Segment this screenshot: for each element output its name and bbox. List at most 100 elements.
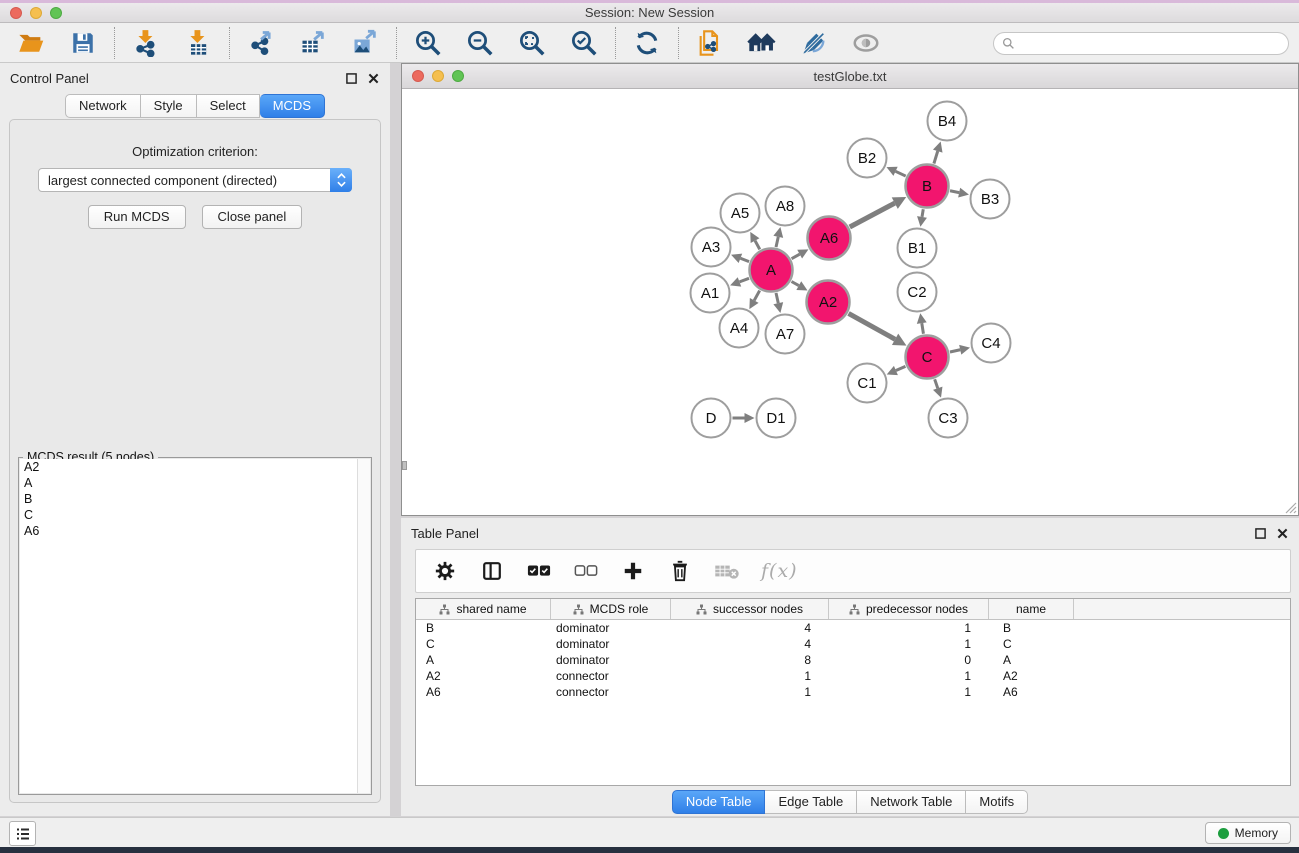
table-cell[interactable]: 1 (829, 684, 989, 700)
tab-select[interactable]: Select (197, 94, 260, 118)
delete-column-button[interactable] (667, 558, 693, 584)
float-panel-icon[interactable] (1254, 527, 1267, 540)
export-image-button[interactable] (350, 28, 380, 58)
network-canvas[interactable]: B4B2BB3A8A5A6A3B1AA1C2A2A4A7C4CC1C3DD1 (402, 89, 1298, 515)
export-table-button[interactable] (298, 28, 328, 58)
table-row[interactable]: Adominator80A (416, 652, 1290, 668)
mcds-result-item[interactable]: A (20, 475, 370, 491)
close-panel-button[interactable]: Close panel (202, 205, 303, 229)
save-session-button[interactable] (68, 28, 98, 58)
table-row[interactable]: Bdominator41B (416, 620, 1290, 636)
close-panel-icon[interactable] (1276, 527, 1289, 540)
column-header-name[interactable]: name (989, 599, 1074, 619)
graph-edge-B-B3[interactable] (950, 191, 959, 193)
tab-node-table[interactable]: Node Table (672, 790, 766, 814)
table-cell[interactable]: 1 (671, 668, 829, 684)
graph-edge-B-B4[interactable] (934, 151, 938, 163)
column-header-shared-name[interactable]: shared name (416, 599, 551, 619)
tab-style[interactable]: Style (141, 94, 197, 118)
graph-edge-A2-C[interactable] (849, 313, 896, 339)
add-column-button[interactable] (620, 558, 646, 584)
zoom-selected-button[interactable] (569, 28, 599, 58)
graph-edge-A-A7[interactable] (776, 293, 778, 303)
float-panel-icon[interactable] (345, 72, 358, 85)
graph-edge-C-C4[interactable] (950, 350, 960, 352)
graph-edge-B-B2[interactable] (896, 171, 906, 176)
graph-edge-C-C1[interactable] (896, 366, 906, 370)
table-cell[interactable]: 8 (671, 652, 829, 668)
graph-edge-A-A3[interactable] (740, 258, 749, 261)
mcds-result-item[interactable]: C (20, 507, 370, 523)
memory-button[interactable]: Memory (1205, 822, 1291, 844)
zoom-out-button[interactable] (465, 28, 495, 58)
task-history-button[interactable] (9, 821, 36, 846)
run-mcds-button[interactable]: Run MCDS (88, 205, 186, 229)
search-field[interactable] (993, 32, 1289, 55)
criterion-select[interactable]: largest connected component (directed) (38, 168, 352, 192)
table-row[interactable]: A6connector11A6 (416, 684, 1290, 700)
table-cell[interactable]: A (416, 652, 551, 668)
export-network-button[interactable] (246, 28, 276, 58)
table-cell[interactable]: connector (551, 684, 671, 700)
open-session-button[interactable] (16, 28, 46, 58)
mcds-result-item[interactable]: B (20, 491, 370, 507)
table-cell[interactable]: A2 (989, 668, 1074, 684)
resize-grip-icon[interactable] (1284, 501, 1297, 514)
table-cell[interactable]: A6 (989, 684, 1074, 700)
column-layout-button[interactable] (479, 558, 505, 584)
tab-motifs[interactable]: Motifs (966, 790, 1028, 814)
table-cell[interactable]: dominator (551, 652, 671, 668)
graph-edge-A-A2[interactable] (791, 282, 798, 286)
table-cell[interactable]: C (416, 636, 551, 652)
hide-annotations-button[interactable] (799, 28, 829, 58)
graph-edge-A-A8[interactable] (776, 237, 778, 247)
zoom-in-button[interactable] (413, 28, 443, 58)
table-cell[interactable]: B (416, 620, 551, 636)
table-cell[interactable]: 1 (829, 636, 989, 652)
graph-edge-C-C3[interactable] (935, 379, 938, 388)
home-button[interactable] (747, 28, 777, 58)
tab-network[interactable]: Network (65, 94, 141, 118)
table-cell[interactable]: 1 (829, 620, 989, 636)
table-cell[interactable]: 1 (671, 684, 829, 700)
table-cell[interactable]: dominator (551, 620, 671, 636)
select-all-columns-button[interactable] (526, 558, 552, 584)
network-from-selection-button[interactable] (695, 28, 725, 58)
deselect-all-columns-button[interactable] (573, 558, 599, 584)
table-cell[interactable]: dominator (551, 636, 671, 652)
table-cell[interactable]: 4 (671, 636, 829, 652)
table-cell[interactable]: 1 (829, 668, 989, 684)
close-panel-icon[interactable] (367, 72, 380, 85)
graph-edge-A-A5[interactable] (755, 241, 760, 250)
graph-edge-A-A6[interactable] (792, 254, 800, 258)
graph-edge-B-B1[interactable] (922, 209, 923, 217)
table-cell[interactable]: A (989, 652, 1074, 668)
table-cell[interactable]: C (989, 636, 1074, 652)
mcds-result-list[interactable]: A2ABCA6 (20, 459, 370, 793)
graph-edge-C-C2[interactable] (922, 323, 924, 334)
mcds-result-item[interactable]: A2 (20, 459, 370, 475)
table-row[interactable]: Cdominator41C (416, 636, 1290, 652)
network-window-titlebar[interactable]: testGlobe.txt (402, 64, 1298, 89)
search-input[interactable] (1020, 34, 1288, 53)
column-header-successor-nodes[interactable]: successor nodes (671, 599, 829, 619)
table-cell[interactable]: B (989, 620, 1074, 636)
mcds-list-scrollbar[interactable] (357, 459, 370, 793)
tab-mcds[interactable]: MCDS (260, 94, 325, 118)
column-header-mcds-role[interactable]: MCDS role (551, 599, 671, 619)
table-settings-button[interactable] (432, 558, 458, 584)
table-row[interactable]: A2connector11A2 (416, 668, 1290, 684)
table-cell[interactable]: 4 (671, 620, 829, 636)
table-cell[interactable]: A6 (416, 684, 551, 700)
split-handle[interactable] (402, 461, 407, 470)
node-table[interactable]: shared name MCDS role successor nodes pr… (415, 598, 1291, 786)
graph-edge-A6-B[interactable] (850, 203, 895, 227)
table-cell[interactable]: connector (551, 668, 671, 684)
graph-edge-A-A1[interactable] (739, 278, 749, 282)
tab-edge-table[interactable]: Edge Table (765, 790, 857, 814)
table-cell[interactable]: 0 (829, 652, 989, 668)
network-graph[interactable]: B4B2BB3A8A5A6A3B1AA1C2A2A4A7C4CC1C3DD1 (402, 89, 1298, 515)
column-header-predecessor-nodes[interactable]: predecessor nodes (829, 599, 989, 619)
mcds-result-item[interactable]: A6 (20, 523, 370, 539)
import-table-button[interactable] (183, 28, 213, 58)
